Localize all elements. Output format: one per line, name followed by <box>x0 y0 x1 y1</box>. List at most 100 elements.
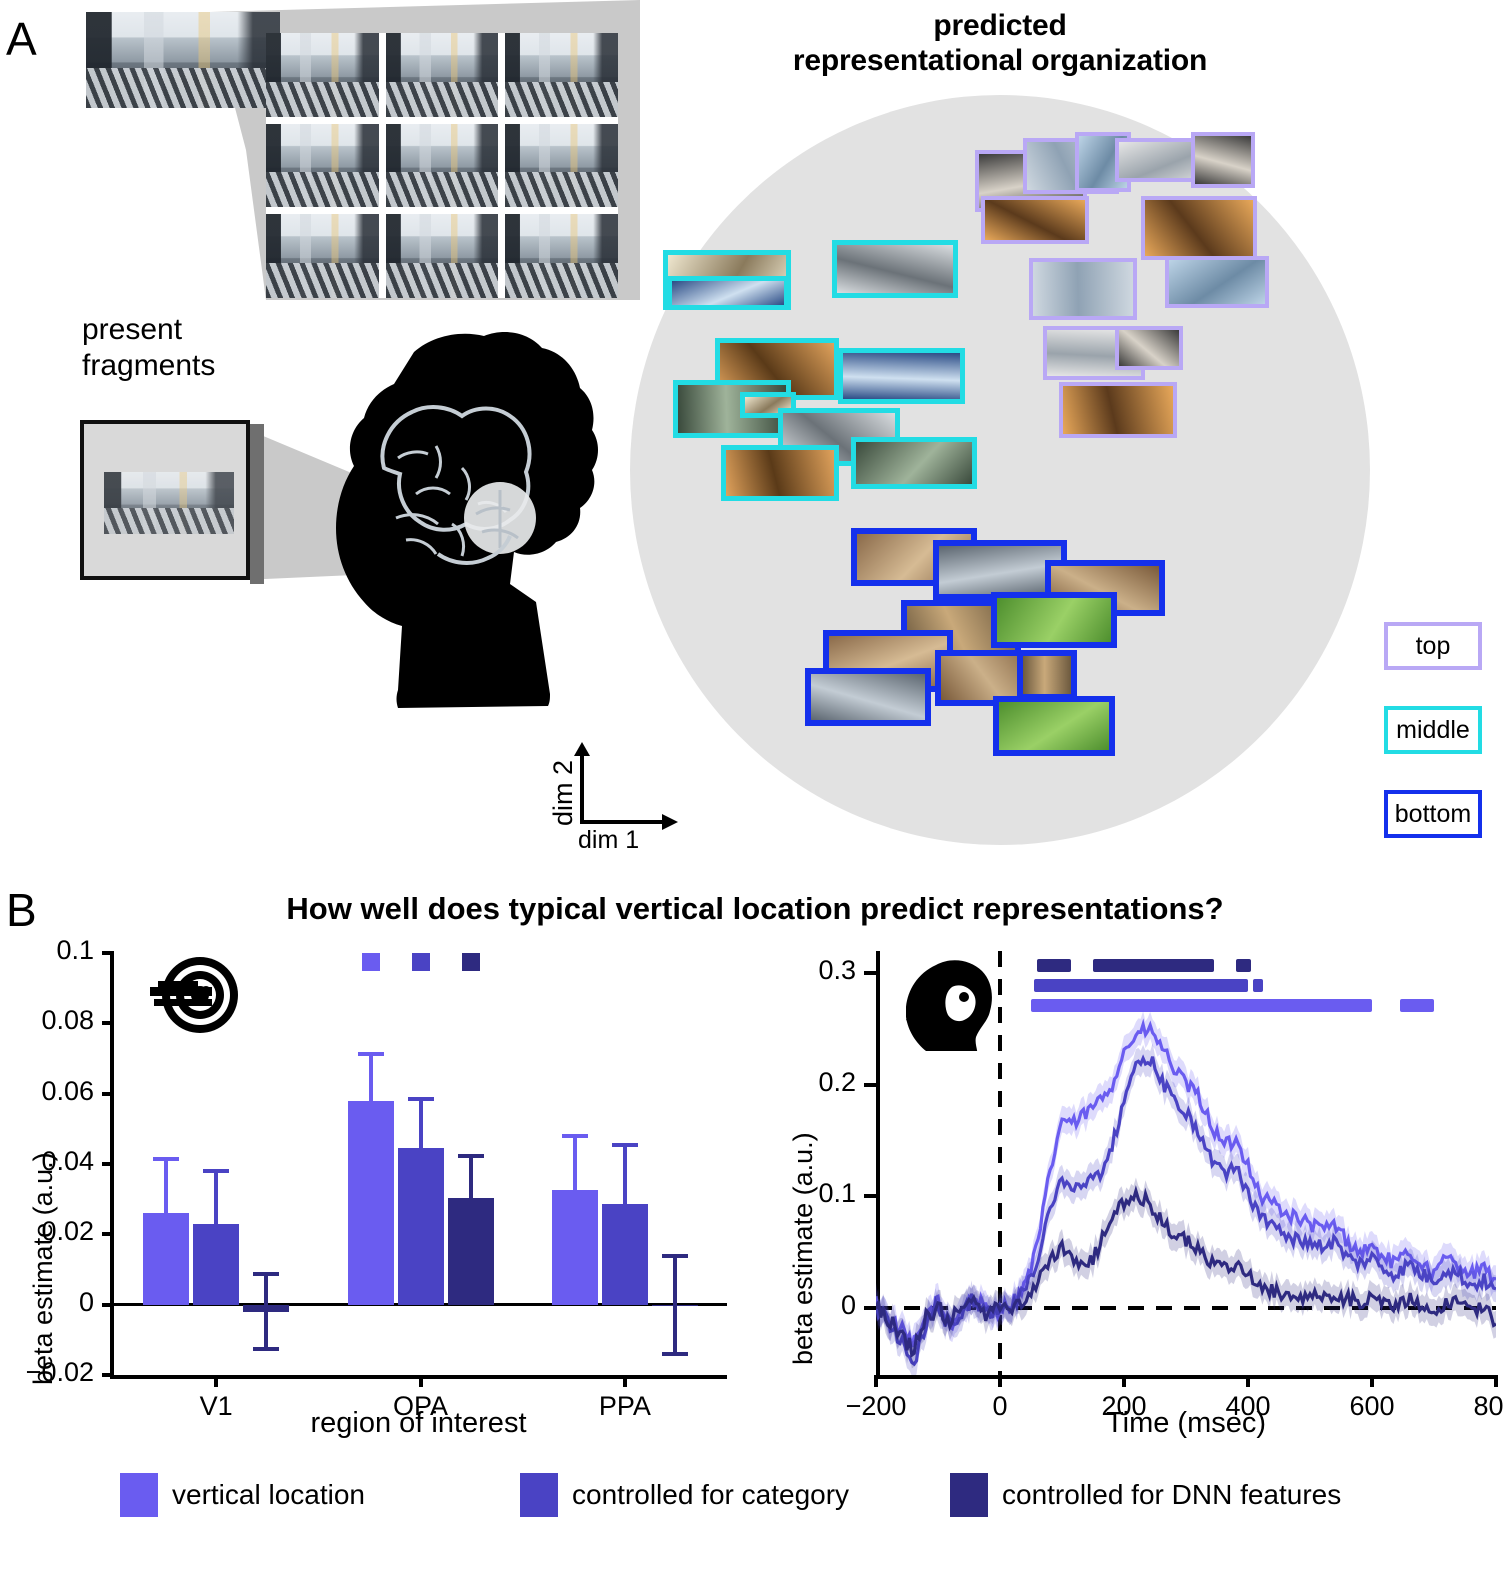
mds-thumbnail-bottom <box>805 668 931 726</box>
eeg-chart-y-tick-mark <box>864 1194 876 1199</box>
panel-a-title-line1: predicted <box>933 9 1067 42</box>
eeg-chart-x-tick-mark <box>1122 1375 1126 1387</box>
bar-chart-significance-square <box>461 952 480 971</box>
mds-thumbnail-middle <box>851 437 977 489</box>
error-bar-cap-lower <box>561 1228 588 1233</box>
bar-chart-y-tick-mark <box>102 951 114 955</box>
present-fragments-line1: present <box>82 313 183 346</box>
eeg-significance-bar <box>1034 979 1248 992</box>
error-bar-cap-upper <box>153 1156 180 1161</box>
whole-scene-thumbnail <box>86 12 280 108</box>
eeg-chart-y-tick-label: 0 <box>840 1290 856 1321</box>
mds-thumbnail-cloud <box>645 130 1345 810</box>
eeg-head-icon <box>906 960 992 1051</box>
bar-chart-y-tick-label: 0.06 <box>41 1075 94 1106</box>
mds-thumbnail-middle <box>721 445 839 501</box>
error-bar-stem <box>572 1135 577 1231</box>
mds-thumbnail-top <box>1029 258 1137 320</box>
bar-chart-significance-square <box>411 952 430 971</box>
fmri-scanner-icon <box>150 957 238 1033</box>
eeg-chart-y-tick-label: 0.3 <box>818 955 856 986</box>
eeg-chart-ylabel: beta estimate (a.u.) <box>788 1132 818 1365</box>
error-bar-stem <box>468 1156 473 1228</box>
fragment-cell <box>385 214 499 298</box>
stimulus-box-shadow <box>250 424 264 584</box>
present-fragments-line2: fragments <box>82 349 216 382</box>
legend-item-1: controlled for category <box>520 1473 849 1517</box>
bar-chart-significance-square <box>361 952 380 971</box>
legend-box-label: top <box>1415 631 1451 660</box>
error-bar-stem <box>164 1158 169 1251</box>
stimulus-display-box <box>80 420 250 580</box>
error-bar-stem <box>418 1098 423 1182</box>
mds-thumbnail-bottom <box>993 696 1115 756</box>
legend-label: controlled for category <box>572 1479 850 1510</box>
mds-thumbnail-top <box>1059 382 1177 438</box>
eeg-chart-x-tick-mark <box>998 1375 1002 1387</box>
bar-chart-x-tick-mark <box>418 1375 423 1387</box>
error-bar-cap-upper <box>357 1051 384 1056</box>
eeg-significance-bar <box>1037 959 1072 972</box>
legend-swatch <box>950 1473 988 1517</box>
eeg-chart-x-tick-mark <box>874 1375 878 1387</box>
dim1-label: dim 1 <box>578 826 640 854</box>
fmri-bar-chart: beta estimate (a.u.) 0.1 0.08 0.06 0.04 0.02… <box>0 935 740 1439</box>
error-bar-cap-lower <box>661 1352 688 1357</box>
error-bar-stem <box>214 1171 219 1258</box>
bar-chart-xlabel: region of interest <box>310 1407 527 1439</box>
error-bar-cap-lower <box>357 1146 384 1151</box>
error-bar-cap-upper <box>661 1253 688 1258</box>
vertical-location-legend: top middle bottom <box>1384 622 1499 874</box>
mds-thumbnail-middle <box>667 276 789 310</box>
panel-b-title: How well does typical vertical location … <box>286 891 1224 926</box>
legend-label: vertical location <box>172 1479 365 1510</box>
error-bar-stem <box>622 1144 627 1249</box>
bar-chart-y-tick-mark <box>102 1232 114 1237</box>
legend-box-top: top <box>1384 622 1482 670</box>
bar-chart-y-tick-label: 0.08 <box>41 1005 94 1036</box>
legend-swatch <box>520 1473 558 1517</box>
fragment-cell <box>266 33 379 117</box>
legend-swatch <box>120 1473 158 1517</box>
eeg-significance-bar <box>1093 959 1214 972</box>
mds-thumbnail-top <box>1115 326 1183 370</box>
mds-thumbnail-top <box>981 196 1089 244</box>
bar-chart-y-tick-mark <box>102 1021 114 1026</box>
mds-thumbnail-bottom <box>1017 650 1077 700</box>
legend-box-bottom: bottom <box>1384 790 1482 838</box>
panel-a-title-line2: representational organization <box>792 44 1208 78</box>
error-bar-cap-lower <box>407 1179 434 1184</box>
bar-chart-y-tick-mark <box>102 1373 114 1377</box>
panel-b-legend: vertical location controlled for category… <box>120 1473 1420 1533</box>
fragment-cell <box>266 123 379 208</box>
stimulus-fragment <box>104 472 234 534</box>
panel-b: B How well does typical vertical locatio… <box>0 875 1503 1574</box>
eeg-chart-y-tick-label: 0.1 <box>818 1178 856 1209</box>
eeg-chart-y-tick-mark <box>864 971 876 976</box>
panel-a-letter: A <box>6 13 37 65</box>
present-fragments-label: present fragments <box>82 312 215 384</box>
eeg-chart-x-axis <box>876 1375 1496 1379</box>
fragment-cell <box>385 123 499 208</box>
bar-chart-y-tick-mark <box>102 1302 114 1307</box>
legend-label: controlled for DNN features <box>1002 1479 1342 1510</box>
eeg-significance-bar <box>1399 999 1434 1012</box>
mds-thumbnail-top <box>1141 196 1257 260</box>
panel-b-letter: B <box>6 884 37 936</box>
panel-a: A predicted representational organizatio… <box>0 0 1503 875</box>
error-bar-stem <box>264 1273 269 1350</box>
bar-chart-x-tick-mark <box>622 1375 627 1387</box>
legend-box-middle: middle <box>1384 706 1482 754</box>
error-bar-cap-upper <box>457 1154 484 1159</box>
bar-chart-y-tick-label: 0.1 <box>56 935 94 965</box>
eeg-chart-x-tick-mark <box>1370 1375 1374 1387</box>
panel-a-title: predicted representational organization <box>620 8 1380 79</box>
eeg-chart-y-tick-label: 0.2 <box>818 1066 856 1097</box>
bar-chart-y-tick-label: 0.04 <box>41 1146 94 1176</box>
error-bar-cap-lower <box>457 1225 484 1230</box>
fragment-cell <box>385 33 499 117</box>
error-bar-cap-upper <box>407 1096 434 1101</box>
error-bar-cap-upper <box>561 1133 588 1138</box>
eeg-timeseries-chart: beta estimate (a.u.) 0.3 0.2 0.1 0 −200 0 200… <box>760 945 1503 1439</box>
error-bar-cap-lower <box>253 1347 280 1352</box>
